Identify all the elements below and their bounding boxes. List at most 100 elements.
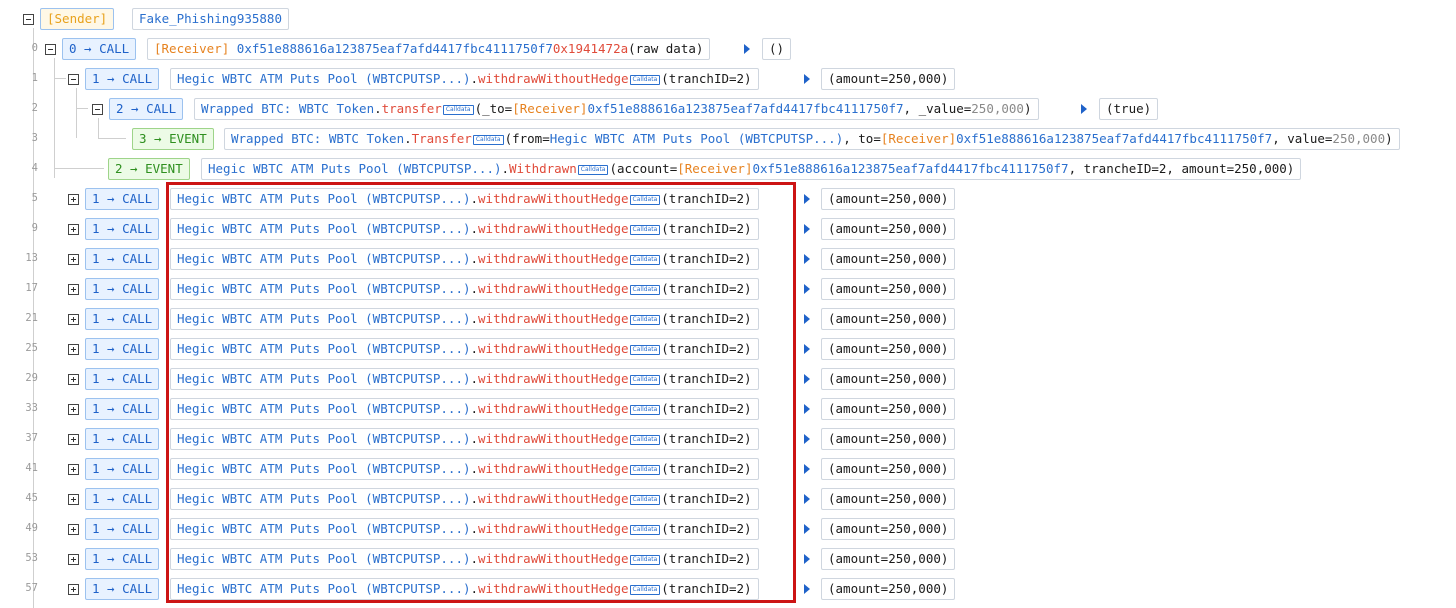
calldata-tag[interactable]: Calldata xyxy=(629,74,661,85)
calldata-tag[interactable]: Calldata xyxy=(629,224,661,235)
calldata-tag[interactable]: Calldata xyxy=(629,344,661,355)
receiver-address[interactable]: 0xf51e888616a123875eaf7afd4417fbc4111750… xyxy=(956,131,1272,146)
calldata-tag[interactable]: Calldata xyxy=(629,314,661,325)
expand-toggle[interactable] xyxy=(68,284,79,295)
expand-toggle[interactable] xyxy=(68,554,79,565)
token-name[interactable]: Wrapped BTC: WBTC Token xyxy=(231,131,404,146)
collapse-toggle[interactable] xyxy=(45,44,56,55)
pool-name[interactable]: Hegic WBTC ATM Puts Pool (WBTCPUTSP...) xyxy=(177,461,471,476)
pool-name[interactable]: Hegic WBTC ATM Puts Pool (WBTCPUTSP...) xyxy=(177,431,471,446)
call-target[interactable]: Hegic WBTC ATM Puts Pool (WBTCPUTSP...).… xyxy=(170,218,759,240)
expand-toggle[interactable] xyxy=(68,584,79,595)
pool-name[interactable]: Hegic WBTC ATM Puts Pool (WBTCPUTSP...) xyxy=(177,221,471,236)
call-badge[interactable]: 1 → CALL xyxy=(85,278,160,300)
pool-name[interactable]: Hegic WBTC ATM Puts Pool (WBTCPUTSP...) xyxy=(177,521,471,536)
call-target[interactable]: Wrapped BTC: WBTC Token.transfer Calldata… xyxy=(194,98,1039,120)
pool-name[interactable]: Hegic WBTC ATM Puts Pool (WBTCPUTSP...) xyxy=(177,71,471,86)
calldata-tag[interactable]: Calldata xyxy=(442,104,474,115)
expand-toggle[interactable] xyxy=(68,344,79,355)
expand-toggle[interactable] xyxy=(68,374,79,385)
call-badge[interactable]: 1 → CALL xyxy=(85,248,160,270)
call-target[interactable]: Hegic WBTC ATM Puts Pool (WBTCPUTSP...).… xyxy=(170,248,759,270)
call-badge[interactable]: 1 → CALL xyxy=(85,188,160,210)
call-target[interactable]: Hegic WBTC ATM Puts Pool (WBTCPUTSP...).… xyxy=(170,68,759,90)
call-badge[interactable]: 1 → CALL xyxy=(85,398,160,420)
call-badge[interactable]: 1 → CALL xyxy=(85,218,160,240)
calldata-tag[interactable]: Calldata xyxy=(629,524,661,535)
call-target[interactable]: Hegic WBTC ATM Puts Pool (WBTCPUTSP...).… xyxy=(170,278,759,300)
line-number: 1 xyxy=(31,72,38,84)
return-arrow-icon xyxy=(804,74,810,84)
call-target[interactable]: Hegic WBTC ATM Puts Pool (WBTCPUTSP...).… xyxy=(170,578,759,600)
pool-name[interactable]: Hegic WBTC ATM Puts Pool (WBTCPUTSP...) xyxy=(177,401,471,416)
call-badge[interactable]: 2 → CALL xyxy=(109,98,184,120)
pool-name[interactable]: Hegic WBTC ATM Puts Pool (WBTCPUTSP...) xyxy=(177,581,471,596)
calldata-tag[interactable]: Calldata xyxy=(629,584,661,595)
pool-name[interactable]: Hegic WBTC ATM Puts Pool (WBTCPUTSP...) xyxy=(177,371,471,386)
receiver-address[interactable]: 0xf51e888616a123875eaf7afd4417fbc4111750… xyxy=(752,161,1068,176)
collapse-toggle[interactable] xyxy=(68,74,79,85)
call-badge[interactable]: 1 → CALL xyxy=(85,68,160,90)
call-target[interactable]: Hegic WBTC ATM Puts Pool (WBTCPUTSP...).… xyxy=(170,338,759,360)
event-badge[interactable]: 3 → EVENT xyxy=(132,128,214,150)
calldata-tag[interactable]: Calldata xyxy=(629,554,661,565)
receiver-address[interactable]: 0xf51e888616a123875eaf7afd4417fbc4111750… xyxy=(237,41,553,56)
call-target[interactable]: Hegic WBTC ATM Puts Pool (WBTCPUTSP...).… xyxy=(170,518,759,540)
call-target[interactable]: [Receiver] 0xf51e888616a123875eaf7afd441… xyxy=(147,38,711,60)
pool-name[interactable]: Hegic WBTC ATM Puts Pool (WBTCPUTSP...) xyxy=(177,341,471,356)
call-target[interactable]: Hegic WBTC ATM Puts Pool (WBTCPUTSP...).… xyxy=(170,368,759,390)
calldata-tag[interactable]: Calldata xyxy=(629,404,661,415)
calldata-tag[interactable]: Calldata xyxy=(472,134,504,145)
calldata-tag[interactable]: Calldata xyxy=(629,254,661,265)
receiver-address[interactable]: 0xf51e888616a123875eaf7afd4417fbc4111750… xyxy=(587,101,903,116)
expand-toggle[interactable] xyxy=(68,434,79,445)
call-badge[interactable]: 1 → CALL xyxy=(85,578,160,600)
event-badge[interactable]: 2 → EVENT xyxy=(108,158,190,180)
call-badge[interactable]: 0 → CALL xyxy=(62,38,137,60)
pool-name[interactable]: Hegic WBTC ATM Puts Pool (WBTCPUTSP...) xyxy=(177,191,471,206)
call-target[interactable]: Hegic WBTC ATM Puts Pool (WBTCPUTSP...).… xyxy=(170,308,759,330)
calldata-tag[interactable]: Calldata xyxy=(577,164,609,175)
pool-name[interactable]: Hegic WBTC ATM Puts Pool (WBTCPUTSP...) xyxy=(177,251,471,266)
collapse-toggle[interactable] xyxy=(92,104,103,115)
pool-name[interactable]: Hegic WBTC ATM Puts Pool (WBTCPUTSP...) xyxy=(177,491,471,506)
call-badge[interactable]: 1 → CALL xyxy=(85,488,160,510)
expand-toggle[interactable] xyxy=(68,404,79,415)
pool-name[interactable]: Hegic WBTC ATM Puts Pool (WBTCPUTSP...) xyxy=(208,161,502,176)
call-badge[interactable]: 1 → CALL xyxy=(85,518,160,540)
calldata-tag[interactable]: Calldata xyxy=(629,284,661,295)
expand-toggle[interactable] xyxy=(68,224,79,235)
calldata-tag[interactable]: Calldata xyxy=(629,494,661,505)
pool-name[interactable]: Hegic WBTC ATM Puts Pool (WBTCPUTSP...) xyxy=(177,281,471,296)
calldata-tag[interactable]: Calldata xyxy=(629,374,661,385)
expand-toggle[interactable] xyxy=(68,254,79,265)
token-name[interactable]: Wrapped BTC: WBTC Token xyxy=(201,101,374,116)
pool-name[interactable]: Hegic WBTC ATM Puts Pool (WBTCPUTSP...) xyxy=(550,131,844,146)
expand-toggle[interactable] xyxy=(68,524,79,535)
call-badge[interactable]: 1 → CALL xyxy=(85,428,160,450)
event-target[interactable]: Hegic WBTC ATM Puts Pool (WBTCPUTSP...).… xyxy=(201,158,1302,180)
call-badge[interactable]: 1 → CALL xyxy=(85,308,160,330)
expand-toggle[interactable] xyxy=(68,194,79,205)
pool-name[interactable]: Hegic WBTC ATM Puts Pool (WBTCPUTSP...) xyxy=(177,551,471,566)
calldata-tag[interactable]: Calldata xyxy=(629,434,661,445)
expand-toggle[interactable] xyxy=(68,464,79,475)
sender-name[interactable]: Fake_Phishing935880 xyxy=(132,8,289,30)
calldata-tag[interactable]: Calldata xyxy=(629,194,661,205)
call-target[interactable]: Hegic WBTC ATM Puts Pool (WBTCPUTSP...).… xyxy=(170,428,759,450)
call-target[interactable]: Hegic WBTC ATM Puts Pool (WBTCPUTSP...).… xyxy=(170,188,759,210)
call-badge[interactable]: 1 → CALL xyxy=(85,548,160,570)
call-badge[interactable]: 1 → CALL xyxy=(85,368,160,390)
call-badge[interactable]: 1 → CALL xyxy=(85,458,160,480)
call-target[interactable]: Hegic WBTC ATM Puts Pool (WBTCPUTSP...).… xyxy=(170,488,759,510)
calldata-tag[interactable]: Calldata xyxy=(629,464,661,475)
call-target[interactable]: Hegic WBTC ATM Puts Pool (WBTCPUTSP...).… xyxy=(170,398,759,420)
call-target[interactable]: Hegic WBTC ATM Puts Pool (WBTCPUTSP...).… xyxy=(170,548,759,570)
event-target[interactable]: Wrapped BTC: WBTC Token.Transfer Calldata… xyxy=(224,128,1400,150)
call-target[interactable]: Hegic WBTC ATM Puts Pool (WBTCPUTSP...).… xyxy=(170,458,759,480)
expand-toggle[interactable] xyxy=(68,494,79,505)
call-badge[interactable]: 1 → CALL xyxy=(85,338,160,360)
expand-toggle[interactable] xyxy=(68,314,79,325)
collapse-toggle[interactable] xyxy=(23,14,34,25)
pool-name[interactable]: Hegic WBTC ATM Puts Pool (WBTCPUTSP...) xyxy=(177,311,471,326)
